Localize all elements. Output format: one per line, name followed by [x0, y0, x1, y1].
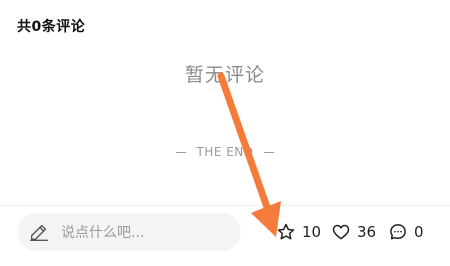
- comment-count: 0: [414, 223, 424, 241]
- like-button[interactable]: 36: [331, 219, 376, 245]
- comment-bubble-icon: [390, 224, 406, 240]
- comment-input-placeholder: 说点什么吧...: [61, 225, 145, 241]
- favorite-count: 10: [302, 223, 322, 241]
- empty-state-message: 暂无评论: [184, 64, 265, 86]
- heart-icon: [332, 224, 350, 240]
- pencil-icon: [30, 224, 48, 241]
- like-count: 36: [357, 223, 377, 241]
- bottom-action-bar: 说点什么吧... 10 36 0: [0, 205, 450, 266]
- favorite-button[interactable]: 10: [276, 219, 321, 245]
- the-end-label: THE END: [196, 145, 254, 159]
- comment-count-title: 共0条评论: [17, 19, 86, 35]
- the-end-marker: THE END: [0, 145, 450, 159]
- comment-input[interactable]: 说点什么吧...: [17, 213, 241, 251]
- right-dash: [263, 151, 274, 153]
- star-icon: [277, 223, 295, 240]
- annotation-arrow-shaft: [217, 72, 272, 214]
- left-dash: [176, 151, 187, 153]
- comment-button[interactable]: 0: [388, 219, 424, 245]
